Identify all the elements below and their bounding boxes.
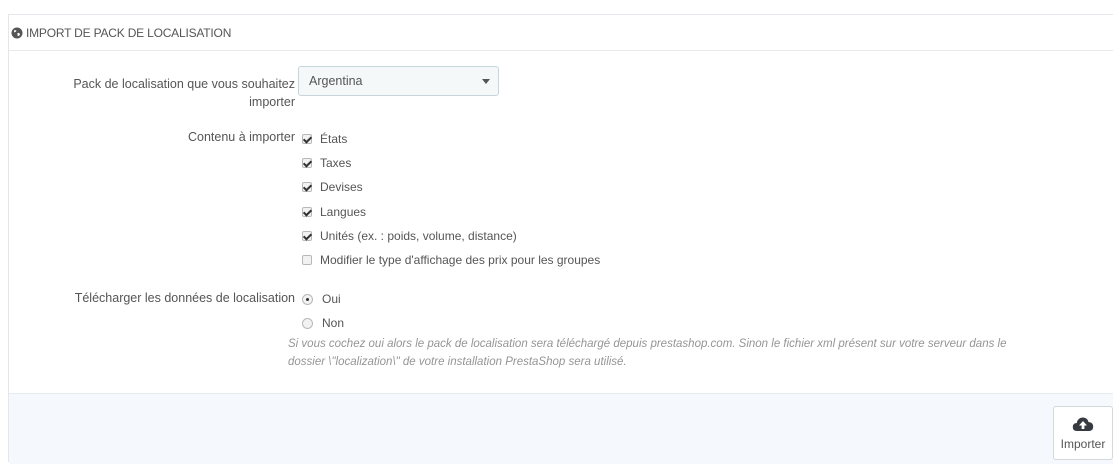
radio-unselected[interactable]: [302, 317, 313, 329]
checkbox-taxes[interactable]: Taxes: [302, 156, 351, 170]
checkbox-checked[interactable]: [302, 207, 312, 217]
checkbox-group-price-display[interactable]: Modifier le type d'affichage des prix po…: [302, 253, 600, 267]
checkbox-unchecked[interactable]: [302, 255, 312, 265]
cloud-upload-icon: [1072, 417, 1094, 431]
import-button[interactable]: Importer: [1053, 406, 1113, 460]
checkbox-langues[interactable]: Langues: [302, 205, 366, 219]
radio-label: Non: [322, 316, 345, 330]
checkbox-label: États: [320, 132, 348, 146]
radio-selected[interactable]: [302, 293, 313, 305]
localization-import-panel: IMPORT DE PACK DE LOCALISATION Pack de l…: [8, 14, 1113, 464]
radio-oui[interactable]: Oui: [302, 292, 341, 306]
radio-label: Oui: [322, 292, 341, 306]
panel-heading: IMPORT DE PACK DE LOCALISATION: [9, 15, 1113, 51]
globe-icon: [11, 27, 23, 39]
panel-footer: Importer: [9, 393, 1113, 464]
checkbox-label: Devises: [320, 180, 363, 194]
checkbox-unites[interactable]: Unités (ex. : poids, volume, distance): [302, 229, 517, 243]
pack-select[interactable]: Argentina: [298, 66, 499, 96]
checkbox-label: Langues: [320, 205, 367, 219]
content-label: Contenu à importer: [187, 130, 295, 144]
checkbox-label: Modifier le type d'affichage des prix po…: [320, 253, 601, 267]
checkbox-checked[interactable]: [302, 158, 312, 168]
radio-non[interactable]: Non: [302, 316, 344, 330]
download-help-text: Si vous cochez oui alors le pack de loca…: [288, 338, 1007, 368]
pack-label: Pack de localisation que vous souhaitez …: [73, 77, 295, 109]
checkbox-devises[interactable]: Devises: [302, 180, 363, 194]
checkbox-checked[interactable]: [302, 231, 312, 241]
panel-title: IMPORT DE PACK DE LOCALISATION: [26, 25, 232, 40]
chevron-down-icon: [482, 79, 490, 84]
checkbox-etats[interactable]: États: [302, 132, 347, 146]
pack-select-value: Argentina: [309, 74, 363, 88]
checkbox-label: Unités (ex. : poids, volume, distance): [320, 229, 517, 243]
checkbox-label: Taxes: [320, 156, 352, 170]
checkbox-checked[interactable]: [302, 134, 312, 144]
import-button-label: Importer: [1060, 437, 1106, 451]
checkbox-checked[interactable]: [302, 182, 312, 192]
download-label: Télécharger les données de localisation: [74, 291, 295, 305]
